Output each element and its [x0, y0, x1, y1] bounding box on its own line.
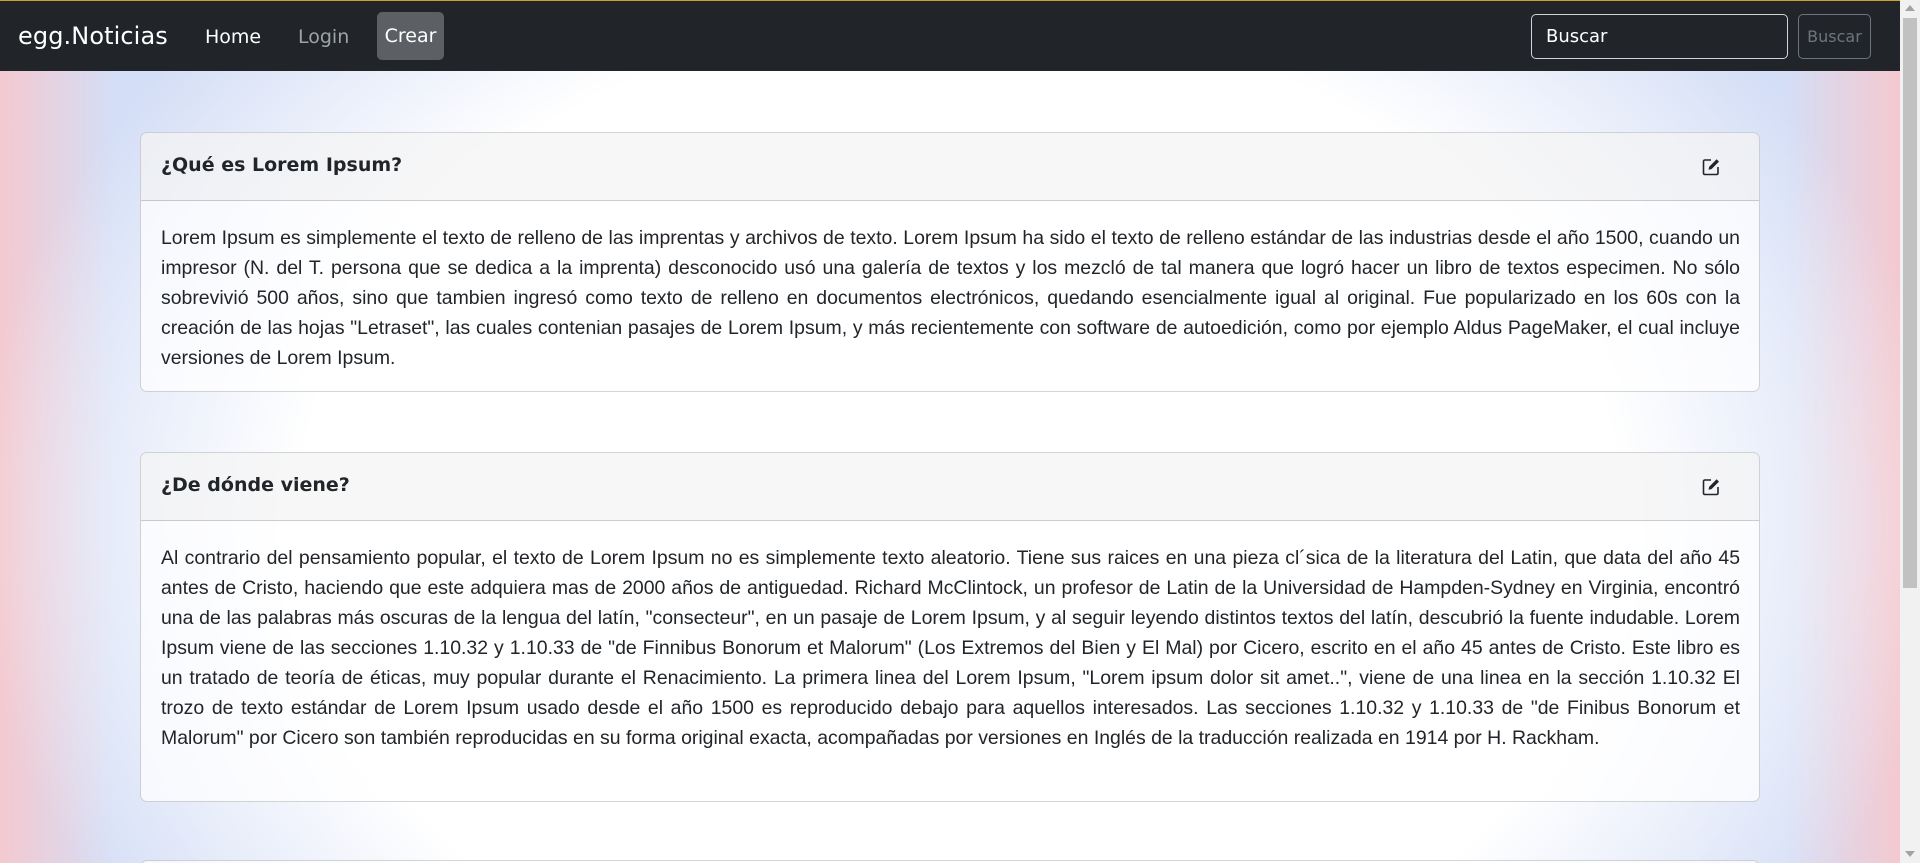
- post-card-header: ¿De dónde viene?: [141, 453, 1759, 521]
- search-button[interactable]: Buscar: [1798, 14, 1871, 59]
- brand-link[interactable]: egg.Noticias: [18, 21, 168, 51]
- edit-square-icon: [1701, 477, 1721, 501]
- edit-post-button[interactable]: [1697, 155, 1725, 183]
- edit-square-icon: [1701, 157, 1721, 181]
- edit-post-button[interactable]: [1697, 475, 1725, 503]
- post-title: ¿De dónde viene?: [161, 474, 350, 496]
- post-body: Al contrario del pensamiento popular, el…: [161, 547, 1740, 749]
- post-card-header: ¿Qué es Lorem Ipsum?: [141, 133, 1759, 201]
- post-card: ¿Qué es Lorem Ipsum? Lorem Ipsum es simp…: [140, 132, 1760, 392]
- post-title: ¿Qué es Lorem Ipsum?: [161, 154, 403, 176]
- scrollbar-thumb[interactable]: [1903, 18, 1917, 588]
- search-input[interactable]: [1531, 14, 1788, 59]
- nav-login-link[interactable]: Login: [298, 23, 349, 51]
- scroll-down-arrow-icon[interactable]: [1905, 851, 1915, 857]
- nav-crear-link[interactable]: Crear: [377, 12, 444, 60]
- post-card: ¿De dónde viene? Al contrario del pensam…: [140, 452, 1760, 802]
- navbar: egg.Noticias Home Login Crear Buscar: [0, 0, 1900, 71]
- nav-home-link[interactable]: Home: [205, 23, 261, 51]
- post-body: Lorem Ipsum es simplemente el texto de r…: [161, 227, 1740, 369]
- scroll-up-arrow-icon[interactable]: [1905, 5, 1915, 11]
